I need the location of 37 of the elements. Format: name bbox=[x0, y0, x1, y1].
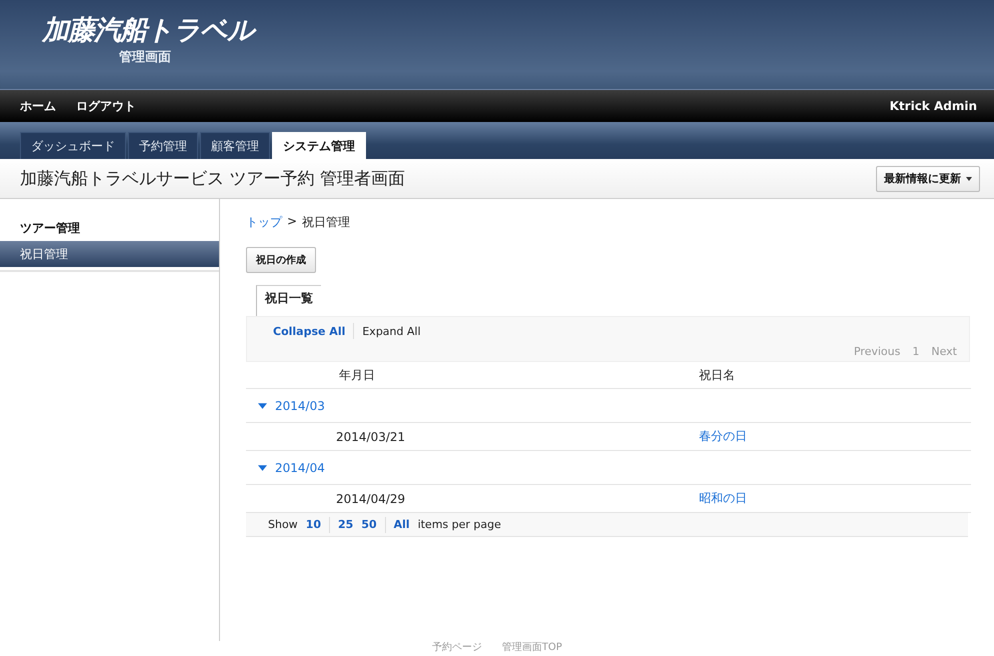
column-header: 祝日名 bbox=[699, 366, 736, 384]
caret-icon bbox=[966, 176, 972, 180]
group-label[interactable]: 2014/04 bbox=[275, 460, 325, 474]
tab[interactable]: システム管理 bbox=[272, 132, 366, 159]
items-per-page-label: items per page bbox=[418, 518, 502, 531]
expand-all-link[interactable]: Expand All bbox=[362, 324, 421, 338]
nav-link[interactable]: ホーム bbox=[20, 98, 56, 114]
site-subtitle: 管理画面 bbox=[118, 49, 172, 66]
page-size-link[interactable]: 50 bbox=[361, 518, 377, 531]
holiday-link[interactable]: 春分の日 bbox=[699, 428, 971, 445]
nav-link[interactable]: ログアウト bbox=[76, 98, 136, 114]
tab[interactable]: ダッシュボード bbox=[20, 132, 126, 159]
create-button[interactable]: 祝日の作成 bbox=[246, 247, 316, 273]
tab[interactable]: 予約管理 bbox=[128, 132, 198, 159]
page-size-link[interactable]: All bbox=[394, 518, 410, 531]
breadcrumb-link[interactable]: トップ bbox=[246, 214, 282, 231]
collapse-all-link[interactable]: Collapse All bbox=[273, 324, 346, 338]
user-name: Ktrick Admin bbox=[890, 99, 977, 113]
caret-down-icon[interactable] bbox=[258, 401, 267, 410]
column-header: 年月日 bbox=[338, 366, 376, 384]
table-cell-text: 2014/03/21 bbox=[335, 430, 406, 444]
footer-link[interactable]: 予約ページ bbox=[432, 641, 482, 655]
page-title: 加藤汽船トラベルサービス ツアー予約 管理者画面 bbox=[20, 168, 405, 190]
show-label: Show bbox=[268, 518, 298, 531]
tab[interactable]: 顧客管理 bbox=[200, 132, 270, 159]
group-label[interactable]: 2014/03 bbox=[275, 398, 325, 412]
page-size-link[interactable]: 10 bbox=[306, 518, 321, 531]
breadcrumb-current: 祝日管理 bbox=[302, 214, 350, 231]
sidebar-item[interactable]: 祝日管理 bbox=[0, 241, 219, 267]
breadcrumb-separator: > bbox=[287, 214, 298, 230]
holiday-link[interactable]: 昭和の日 bbox=[699, 490, 971, 507]
table-cell-text: 2014/04/29 bbox=[335, 492, 406, 506]
page-size-link[interactable]: 25 bbox=[338, 518, 354, 531]
sidebar-item[interactable]: ツアー管理 bbox=[0, 215, 219, 241]
refresh-button[interactable]: 最新情報に更新 bbox=[876, 166, 980, 192]
site-logo: 加藤汽船トラベル bbox=[42, 14, 254, 48]
caret-down-icon[interactable] bbox=[258, 463, 267, 472]
